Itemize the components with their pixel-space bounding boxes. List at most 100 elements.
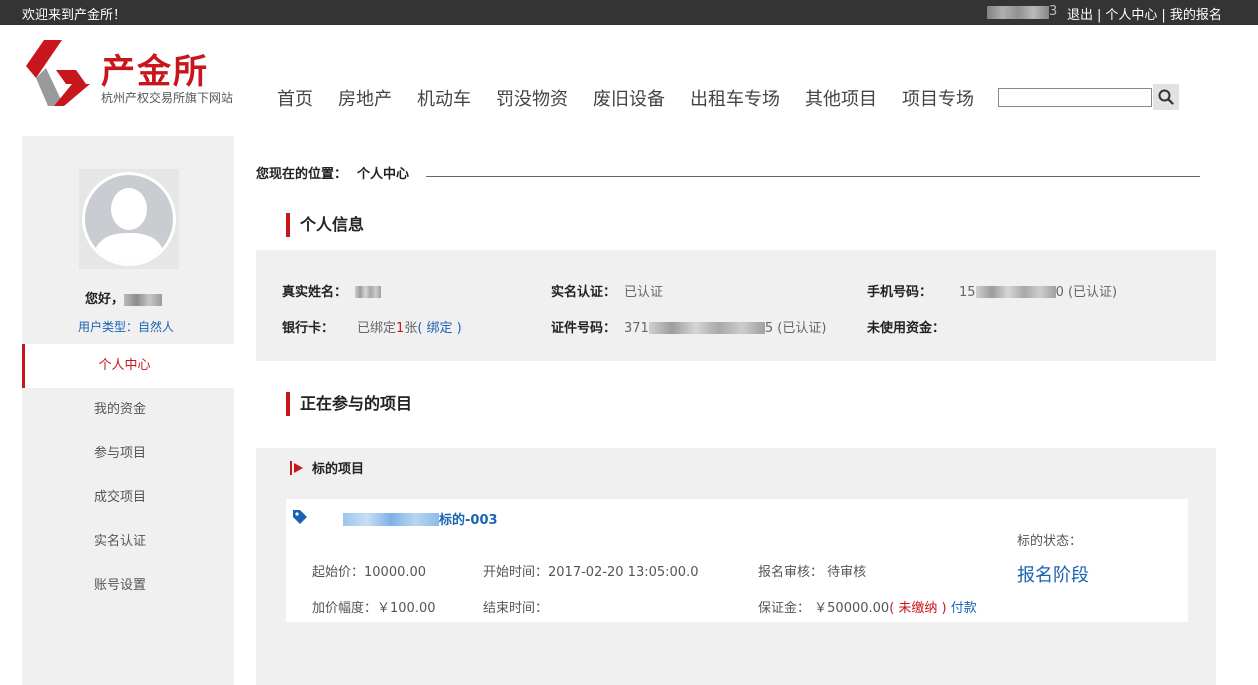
breadcrumb-current[interactable]: 个人中心 <box>357 167 409 182</box>
logout-link[interactable]: 退出 <box>1067 8 1093 23</box>
project-name-suffix: 标的-003 <box>439 513 498 528</box>
bind-card-link[interactable]: ( 绑定 ) <box>417 321 461 336</box>
end-time: 结束时间： <box>483 601 549 616</box>
user-silhouette-icon <box>91 188 167 263</box>
bank-card-label: 银行卡： <box>282 321 335 336</box>
nav-real-estate[interactable]: 房地产 <box>338 85 392 111</box>
phone-status: (已认证) <box>1067 285 1118 300</box>
sidebar-menu: 个人中心 我的资金 参与项目 成交项目 实名认证 账号设置 <box>22 344 234 608</box>
sidebar-item-label: 参与项目 <box>93 446 146 461</box>
nav-taxi[interactable]: 出租车专场 <box>690 85 780 111</box>
nav-confiscated[interactable]: 罚没物资 <box>496 85 568 111</box>
avatar-frame <box>79 169 179 269</box>
section-title-projects: 正在参与的项目 <box>286 392 412 416</box>
sidebar-item-label: 我的资金 <box>93 402 146 417</box>
id-number-prefix: 371 <box>624 321 649 336</box>
main-nav: 首页 房地产 机动车 罚没物资 废旧设备 出租车专场 其他项目 项目专场 <box>277 85 999 111</box>
user-type-label: 用户类型： <box>78 320 139 334</box>
bank-card-value: 已绑定 <box>357 321 397 336</box>
avatar[interactable] <box>82 172 176 266</box>
verification-label: 实名认证： <box>551 285 617 300</box>
sidebar-item-completed[interactable]: 成交项目 <box>22 476 234 520</box>
verification-value: 已认证 <box>624 285 664 300</box>
phone-suffix: 0 <box>1055 285 1064 300</box>
deposit-label: 保证金： <box>758 601 811 616</box>
deposit-value: ￥50000.00 <box>814 601 890 616</box>
top-bar: 欢迎来到产金所！ 3 退出 | 个人中心 | 我的报名 <box>0 0 1258 25</box>
phone-row: 手机号码： 15 0 (已认证) <box>867 281 1117 300</box>
sidebar-item-verification[interactable]: 实名认证 <box>22 520 234 564</box>
sidebar: 您好， 用户类型：自然人 个人中心 我的资金 参与项目 成交项目 实名认证 账号… <box>22 136 234 685</box>
search-input[interactable] <box>998 88 1152 107</box>
start-time: 开始时间：2017-02-20 13:05:00.0 <box>483 565 699 580</box>
play-flag-icon <box>290 460 303 475</box>
subject-header: 标的项目 <box>290 458 364 477</box>
sidebar-item-label: 成交项目 <box>93 490 146 505</box>
review-value: 待审核 <box>827 565 867 580</box>
masked-real-name <box>355 286 382 298</box>
verification-row: 实名认证： 已认证 <box>551 281 663 300</box>
real-name-label: 真实姓名： <box>282 285 348 300</box>
brand-name[interactable]: 产金所 <box>101 44 209 93</box>
nav-other[interactable]: 其他项目 <box>805 85 877 111</box>
deposit: 保证金： ￥50000.00( 未缴纳 ) 付款 <box>758 597 977 616</box>
id-number-suffix: 5 <box>764 321 774 336</box>
top-links: 退出 | 个人中心 | 我的报名 <box>1067 8 1222 23</box>
sidebar-item-account-settings[interactable]: 账号设置 <box>22 564 234 608</box>
start-price: 起始价：10000.00 <box>312 565 427 580</box>
breadcrumb-label: 您现在的位置： <box>256 167 348 182</box>
projects-panel: 标的项目 标的-003 起始价：10000.00 开始时间：2017-02-20… <box>256 448 1216 685</box>
welcome-text: 欢迎来到产金所！ <box>22 8 127 23</box>
review-label: 报名审核： <box>758 565 824 580</box>
bank-card-unit: 张 <box>404 321 418 336</box>
deposit-status: ( 未缴纳 ) <box>889 601 947 616</box>
phone-label: 手机号码： <box>867 285 933 300</box>
sidebar-item-label: 账号设置 <box>93 578 146 593</box>
bid-increment: 加价幅度：￥100.00 <box>312 601 436 616</box>
masked-id-number <box>648 322 765 334</box>
breadcrumb: 您现在的位置： 个人中心 <box>256 163 409 182</box>
real-name-row: 真实姓名： <box>282 281 382 300</box>
nav-vehicles[interactable]: 机动车 <box>417 85 471 111</box>
sidebar-item-label: 实名认证 <box>93 534 146 549</box>
sidebar-item-label: 个人中心 <box>98 358 151 373</box>
user-type-value: 自然人 <box>138 320 175 334</box>
brand-subtitle: 杭州产权交易所旗下网站 <box>101 91 234 105</box>
subject-header-label: 标的项目 <box>312 462 365 477</box>
personal-center-link[interactable]: 个人中心 <box>1105 8 1157 23</box>
greeting: 您好， <box>85 288 163 307</box>
username-suffix: 3 <box>1049 4 1058 19</box>
project-card: 标的-003 起始价：10000.00 开始时间：2017-02-20 13:0… <box>286 499 1188 622</box>
sidebar-item-personal-center[interactable]: 个人中心 <box>22 344 234 388</box>
masked-phone <box>975 286 1056 298</box>
id-number-status: (已认证) <box>777 321 827 336</box>
greeting-text: 您好， <box>85 292 125 307</box>
section-title-personal-info: 个人信息 <box>286 213 364 237</box>
breadcrumb-divider <box>426 176 1200 177</box>
pay-link[interactable]: 付款 <box>951 601 977 616</box>
subject-status-label: 标的状态： <box>1017 534 1083 549</box>
masked-project-name <box>343 513 439 526</box>
my-signup-link[interactable]: 我的报名 <box>1170 8 1222 23</box>
tag-icon <box>293 510 307 524</box>
id-number-row: 证件号码： 371 5 (已认证) <box>551 317 826 336</box>
project-name-link[interactable]: 标的-003 <box>343 509 498 528</box>
unused-funds-label: 未使用资金： <box>867 321 946 336</box>
nav-used-equipment[interactable]: 废旧设备 <box>593 85 665 111</box>
search-button[interactable] <box>1153 84 1179 110</box>
username-masked <box>987 6 1049 19</box>
bank-card-row: 银行卡： 已绑定1张( 绑定 ) <box>282 317 462 336</box>
masked-name <box>124 293 163 306</box>
sidebar-item-my-funds[interactable]: 我的资金 <box>22 388 234 432</box>
nav-home[interactable]: 首页 <box>277 85 313 111</box>
user-type: 用户类型：自然人 <box>78 318 174 335</box>
personal-info-panel: 真实姓名： 实名认证： 已认证 手机号码： 15 0 (已认证) 银行卡： 已绑定1张(… <box>256 250 1216 361</box>
sidebar-item-participating[interactable]: 参与项目 <box>22 432 234 476</box>
nav-special[interactable]: 项目专场 <box>902 85 974 111</box>
search-icon <box>1158 89 1174 105</box>
logo-icon[interactable] <box>26 40 90 106</box>
id-number-label: 证件号码： <box>551 321 617 336</box>
subject-status-value: 报名阶段 <box>1017 565 1089 586</box>
unused-funds-row: 未使用资金： <box>867 317 953 336</box>
phone-prefix: 15 <box>959 285 976 300</box>
